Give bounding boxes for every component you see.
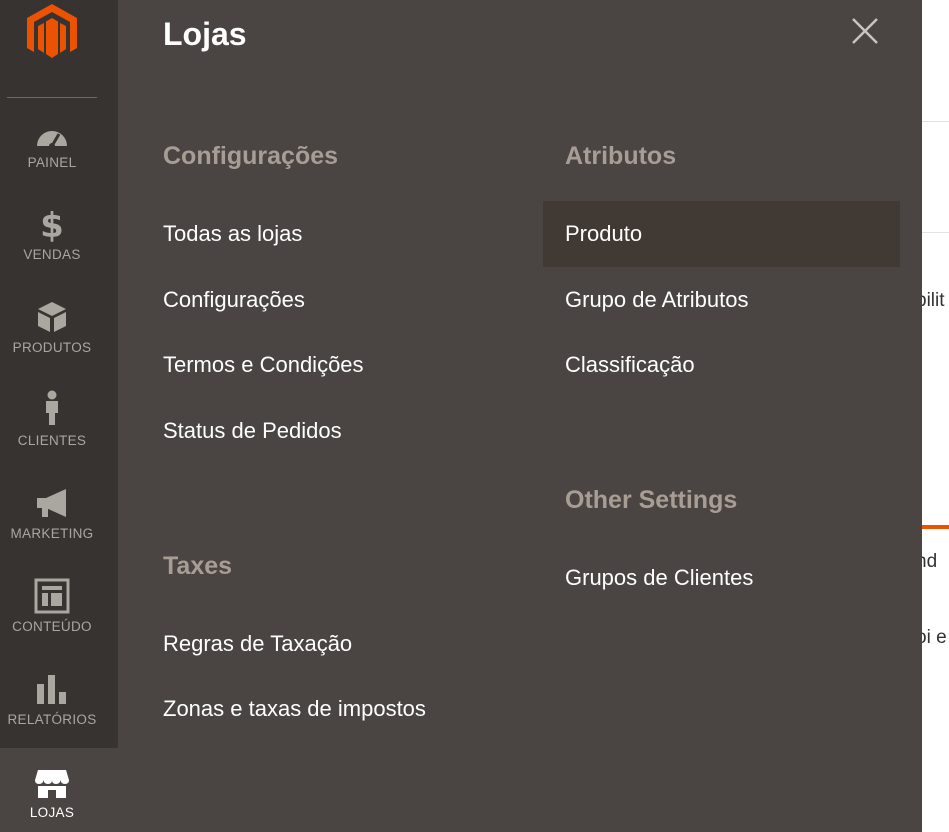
background-text-fragment: nd [922,551,938,572]
background-page: bilit nd oi e [922,0,949,832]
dashboard-gauge-icon [34,116,70,152]
store-icon [34,766,70,802]
nav-label: PAINEL [27,155,77,170]
link-grupos-de-clientes[interactable]: Grupos de Clientes [565,565,753,591]
nav-item-produtos[interactable]: PRODUTOS [0,299,118,392]
link-status-de-pedidos[interactable]: Status de Pedidos [163,418,342,444]
magento-logo-icon[interactable] [25,2,79,64]
close-icon[interactable] [850,16,880,46]
accent-bar [922,525,949,529]
dollar-icon: $ [34,206,70,246]
nav-label: CONTEÚDO [12,619,92,634]
group-title-taxes: Taxes [163,552,233,580]
link-grupo-de-atributos[interactable]: Grupo de Atributos [565,287,748,313]
nav-label: VENDAS [23,247,81,262]
stores-submenu: Lojas Configurações Todas as lojas Confi… [118,0,922,832]
divider [922,121,949,122]
nav-label: RELATÓRIOS [7,712,97,727]
link-todas-as-lojas[interactable]: Todas as lojas [163,221,302,247]
background-text-fragment: oi e [922,627,947,648]
nav-label: CLIENTES [17,433,87,448]
megaphone-icon [34,486,70,522]
link-zonas-e-taxas[interactable]: Zonas e taxas de impostos [163,696,426,722]
link-regras-de-taxacao[interactable]: Regras de Taxação [163,631,352,657]
background-text-fragment: bilit [922,290,945,311]
person-icon [34,390,70,426]
bar-chart-icon [34,672,70,708]
nav-item-clientes[interactable]: CLIENTES [0,390,118,483]
nav-item-vendas[interactable]: $ VENDAS [0,206,118,299]
group-title-configuracoes: Configurações [163,142,339,170]
nav-item-conteudo[interactable]: CONTEÚDO [0,578,118,671]
divider [922,232,949,233]
link-termos-e-condicoes[interactable]: Termos e Condições [163,352,364,378]
submenu-title: Lojas [163,16,247,52]
link-classificacao[interactable]: Classificação [565,352,695,378]
layout-icon [34,578,70,614]
nav-label: PRODUTOS [12,340,92,355]
svg-text:$: $ [40,206,64,242]
nav-item-marketing[interactable]: MARKETING [0,486,118,579]
group-title-other-settings: Other Settings [565,486,738,514]
group-title-atributos: Atributos [565,142,677,170]
nav-label: MARKETING [10,526,94,541]
nav-item-lojas[interactable]: LOJAS [0,748,118,832]
nav-item-painel[interactable]: PAINEL [0,116,118,209]
admin-sidebar: PAINEL $ VENDAS PRODUTOS CLIENTES MARKET… [0,0,118,832]
link-configuracoes[interactable]: Configurações [163,287,305,313]
box-icon [34,299,70,335]
link-produto[interactable]: Produto [565,221,642,247]
divider [7,97,97,98]
nav-label: LOJAS [29,805,75,820]
